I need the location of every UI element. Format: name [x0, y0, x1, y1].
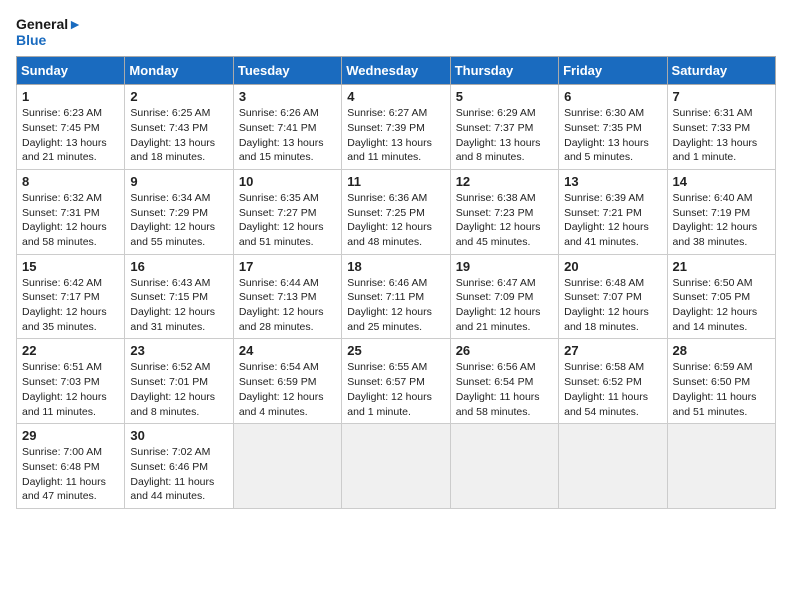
table-row: 1Sunrise: 6:23 AMSunset: 7:45 PMDaylight… [17, 85, 125, 170]
table-row: 22Sunrise: 6:51 AMSunset: 7:03 PMDayligh… [17, 339, 125, 424]
table-row: 13Sunrise: 6:39 AMSunset: 7:21 PMDayligh… [559, 169, 667, 254]
table-row: 27Sunrise: 6:58 AMSunset: 6:52 PMDayligh… [559, 339, 667, 424]
table-row: 2Sunrise: 6:25 AMSunset: 7:43 PMDaylight… [125, 85, 233, 170]
table-row: 14Sunrise: 6:40 AMSunset: 7:19 PMDayligh… [667, 169, 775, 254]
table-row: 10Sunrise: 6:35 AMSunset: 7:27 PMDayligh… [233, 169, 341, 254]
col-header-monday: Monday [125, 57, 233, 85]
col-header-friday: Friday [559, 57, 667, 85]
table-row: 17Sunrise: 6:44 AMSunset: 7:13 PMDayligh… [233, 254, 341, 339]
table-row: 26Sunrise: 6:56 AMSunset: 6:54 PMDayligh… [450, 339, 558, 424]
table-row: 18Sunrise: 6:46 AMSunset: 7:11 PMDayligh… [342, 254, 450, 339]
table-row: 29Sunrise: 7:00 AMSunset: 6:48 PMDayligh… [17, 424, 125, 509]
table-row: 3Sunrise: 6:26 AMSunset: 7:41 PMDaylight… [233, 85, 341, 170]
table-row: 15Sunrise: 6:42 AMSunset: 7:17 PMDayligh… [17, 254, 125, 339]
table-row [342, 424, 450, 509]
table-row: 23Sunrise: 6:52 AMSunset: 7:01 PMDayligh… [125, 339, 233, 424]
col-header-saturday: Saturday [667, 57, 775, 85]
table-row: 7Sunrise: 6:31 AMSunset: 7:33 PMDaylight… [667, 85, 775, 170]
table-row: 30Sunrise: 7:02 AMSunset: 6:46 PMDayligh… [125, 424, 233, 509]
table-row: 20Sunrise: 6:48 AMSunset: 7:07 PMDayligh… [559, 254, 667, 339]
col-header-sunday: Sunday [17, 57, 125, 85]
table-row: 19Sunrise: 6:47 AMSunset: 7:09 PMDayligh… [450, 254, 558, 339]
table-row: 24Sunrise: 6:54 AMSunset: 6:59 PMDayligh… [233, 339, 341, 424]
table-row [233, 424, 341, 509]
col-header-wednesday: Wednesday [342, 57, 450, 85]
col-header-thursday: Thursday [450, 57, 558, 85]
table-row: 11Sunrise: 6:36 AMSunset: 7:25 PMDayligh… [342, 169, 450, 254]
calendar-table: SundayMondayTuesdayWednesdayThursdayFrid… [16, 56, 776, 509]
table-row: 25Sunrise: 6:55 AMSunset: 6:57 PMDayligh… [342, 339, 450, 424]
table-row: 21Sunrise: 6:50 AMSunset: 7:05 PMDayligh… [667, 254, 775, 339]
table-row: 28Sunrise: 6:59 AMSunset: 6:50 PMDayligh… [667, 339, 775, 424]
table-row: 6Sunrise: 6:30 AMSunset: 7:35 PMDaylight… [559, 85, 667, 170]
table-row: 12Sunrise: 6:38 AMSunset: 7:23 PMDayligh… [450, 169, 558, 254]
table-row: 9Sunrise: 6:34 AMSunset: 7:29 PMDaylight… [125, 169, 233, 254]
page-header: General► Blue [16, 16, 776, 48]
table-row [667, 424, 775, 509]
table-row: 8Sunrise: 6:32 AMSunset: 7:31 PMDaylight… [17, 169, 125, 254]
table-row [559, 424, 667, 509]
table-row: 16Sunrise: 6:43 AMSunset: 7:15 PMDayligh… [125, 254, 233, 339]
table-row: 5Sunrise: 6:29 AMSunset: 7:37 PMDaylight… [450, 85, 558, 170]
col-header-tuesday: Tuesday [233, 57, 341, 85]
table-row: 4Sunrise: 6:27 AMSunset: 7:39 PMDaylight… [342, 85, 450, 170]
logo: General► Blue [16, 16, 82, 48]
table-row [450, 424, 558, 509]
logo-text: General► Blue [16, 16, 82, 48]
